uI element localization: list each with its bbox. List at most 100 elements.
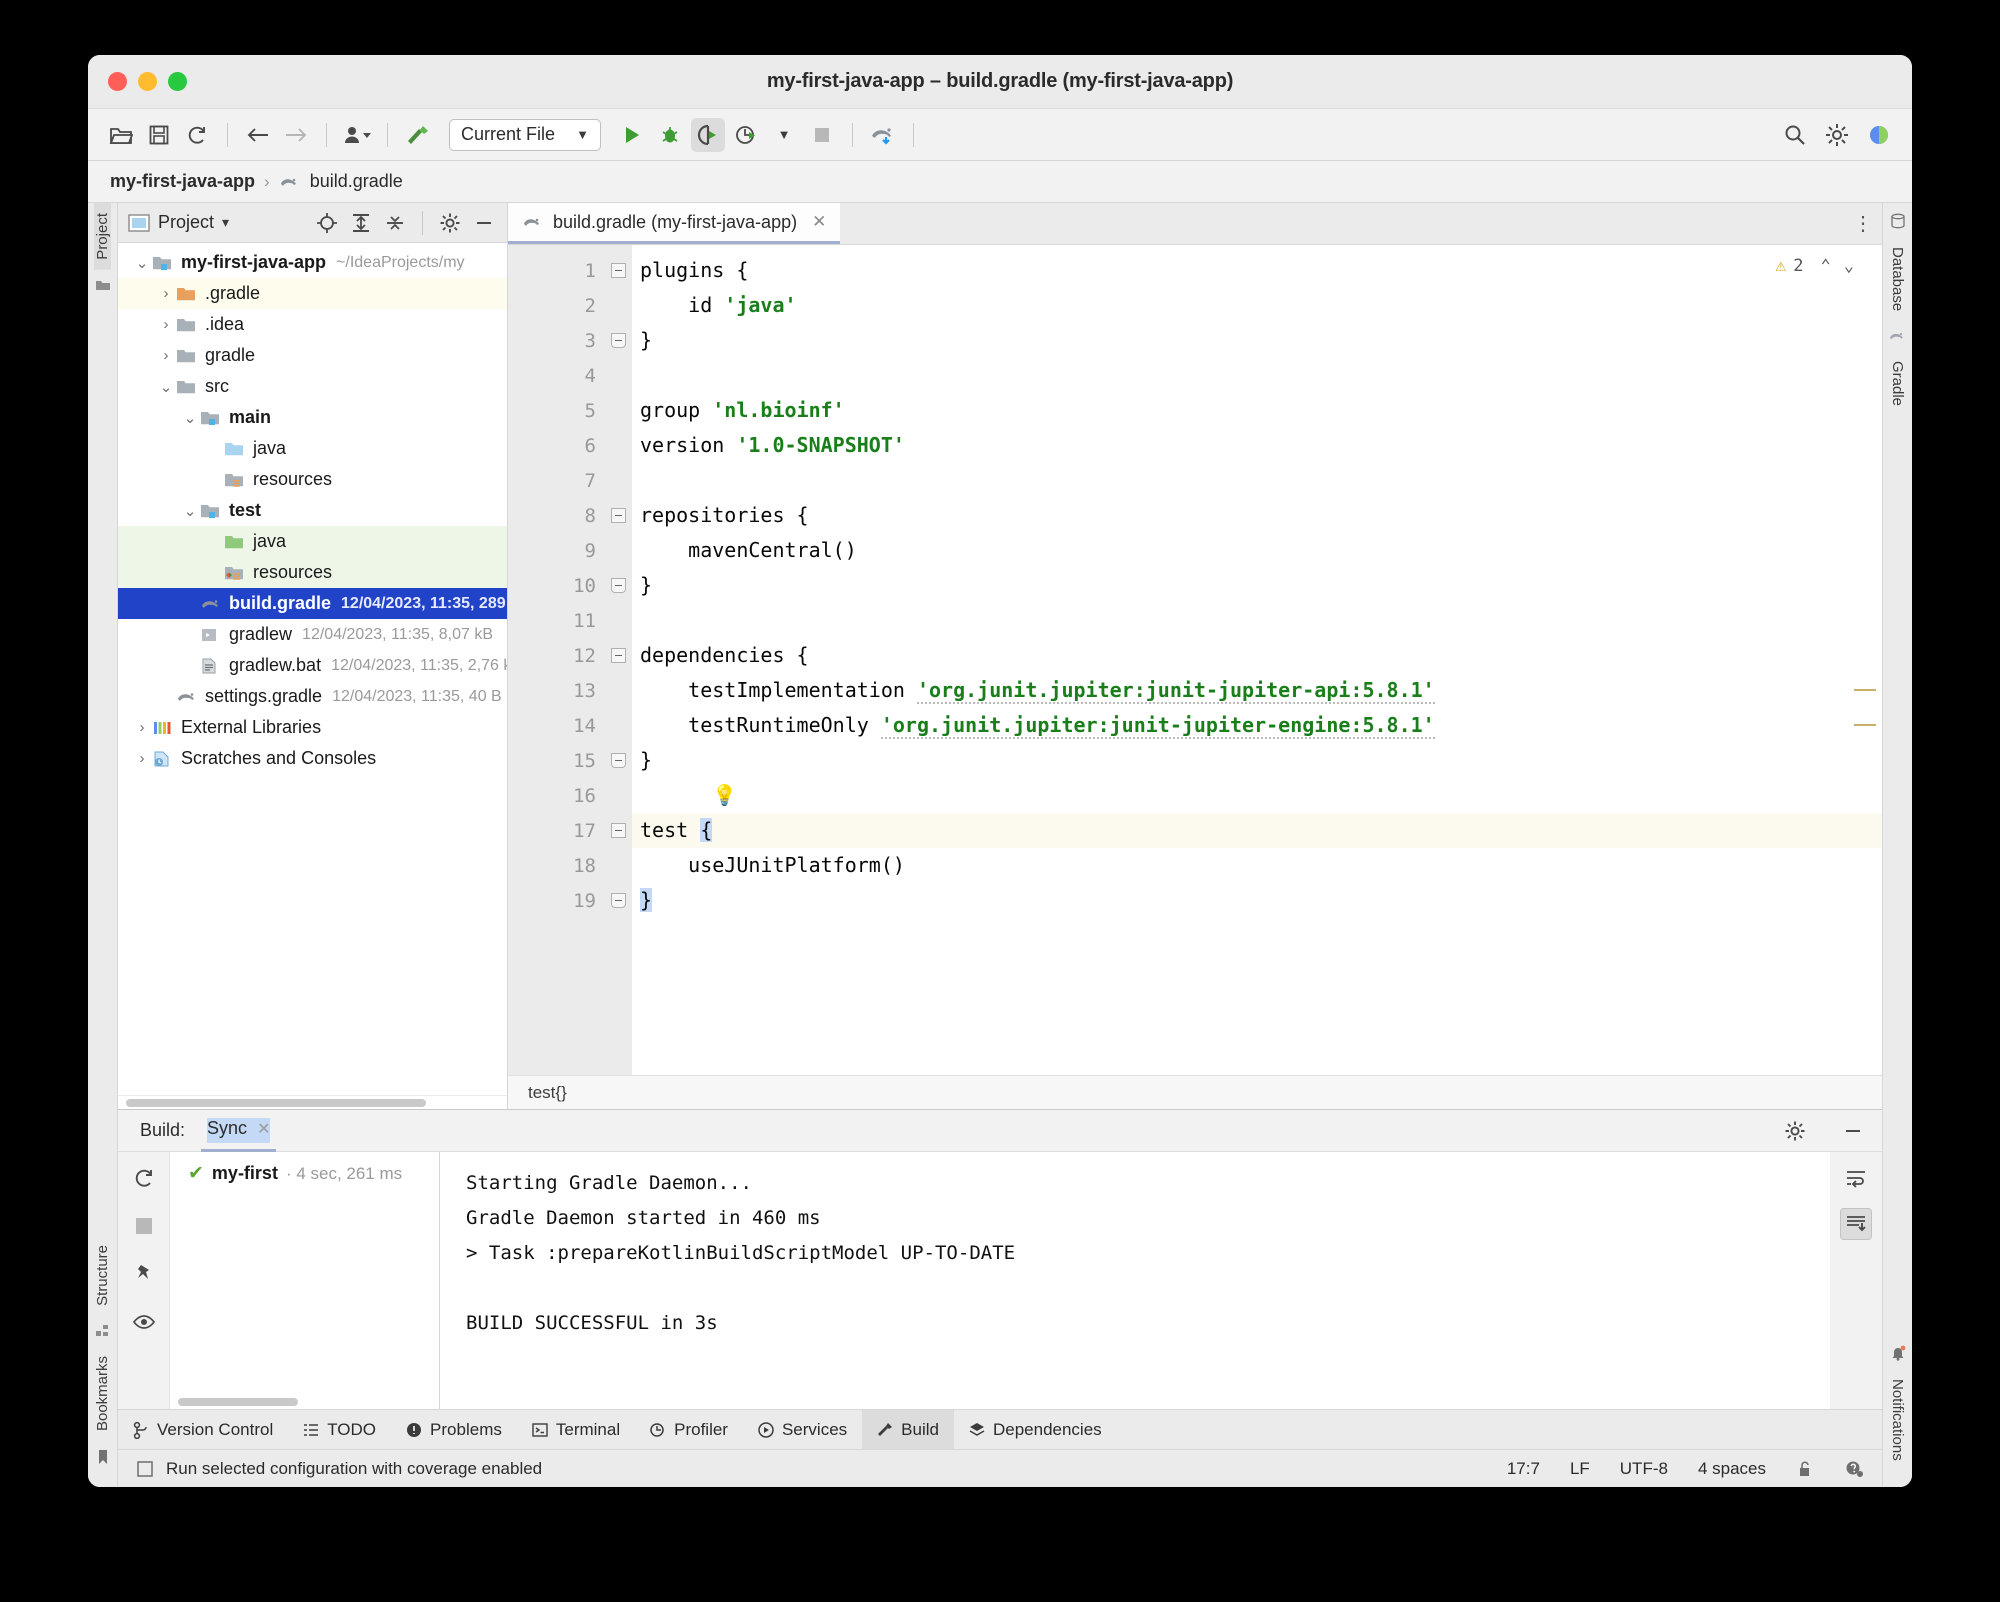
breadcrumb-file[interactable]: build.gradle [310,171,403,192]
fold-open-icon[interactable] [604,638,632,673]
ai-assistant-icon[interactable] [1862,118,1896,152]
line-number-with-run-marker[interactable]: 12 ▶ [508,638,622,673]
fold-close-icon[interactable] [604,568,632,603]
fold-open-icon[interactable] [604,253,632,288]
tree-row-main[interactable]: ⌄ main [118,402,507,433]
forward-icon[interactable] [279,118,313,152]
tab-terminal[interactable]: Terminal [517,1410,635,1449]
tab-dependencies[interactable]: Dependencies [954,1410,1117,1449]
sidebar-item-notifications[interactable]: Notifications [1889,1369,1906,1471]
soft-wrap-icon[interactable] [1840,1162,1872,1194]
hide-panel-icon[interactable] [471,210,497,236]
project-folder-icon[interactable] [95,278,111,292]
caret-icon[interactable]: › [156,316,176,333]
caret-icon[interactable]: › [132,719,152,736]
sidebar-item-project[interactable]: Project [94,203,111,270]
caret-icon[interactable]: ⌄ [180,502,200,520]
tree-row-build-gradle[interactable]: build.gradle 12/04/2023, 11:35, 289 B [118,588,507,619]
line-number-with-run-marker[interactable]: 17 ▶ [508,813,622,848]
build-project-icon[interactable] [401,118,435,152]
tree-row-main-resources[interactable]: resources [118,464,507,495]
tab-problems[interactable]: Problems [391,1410,517,1449]
locate-file-icon[interactable] [314,210,340,236]
sidebar-item-bookmarks[interactable]: Bookmarks [94,1346,111,1441]
user-menu-icon[interactable] [340,118,374,152]
project-settings-gear-icon[interactable] [437,210,463,236]
gradle-sync-icon[interactable] [866,118,900,152]
caret-position[interactable]: 17:7 [1507,1459,1540,1479]
tree-row-settings-gradle[interactable]: settings.gradle 12/04/2023, 11:35, 40 B [118,681,507,712]
project-chevron-down-icon[interactable]: ▾ [222,214,229,231]
build-event-row[interactable]: ✔ my-first · 4 sec, 261 ms [170,1152,439,1185]
stop-build-icon[interactable] [128,1210,160,1242]
structure-grid-icon[interactable] [95,1324,110,1338]
tree-row-main-java[interactable]: java [118,433,507,464]
unlocked-icon[interactable] [1796,1460,1814,1478]
editor-options-kebab-icon[interactable]: ⋮ [1846,203,1882,244]
tree-row-scratches[interactable]: › Scratches and Consoles [118,743,507,774]
hide-build-panel-icon[interactable] [1840,1118,1866,1144]
tree-row-gradle-wrapper-dir[interactable]: › gradle [118,340,507,371]
line-separator[interactable]: LF [1570,1459,1590,1479]
collapse-all-icon[interactable] [382,210,408,236]
tree-row-gradle-dir[interactable]: › .gradle [118,278,507,309]
rerun-build-icon[interactable] [128,1162,160,1194]
run-configuration-selector[interactable]: Current File ▼ [449,118,601,151]
reload-from-disk-icon[interactable] [180,118,214,152]
fold-close-icon[interactable] [604,323,632,358]
caret-icon[interactable]: › [132,750,152,767]
editor-area[interactable]: 1 2 3 4 5 6 7 8 9 10 11 12 13 14 15 16 1… [508,245,1882,1075]
caret-icon[interactable]: ⌄ [156,378,176,396]
code-text-area[interactable]: ⚠ 2 ⌃ ⌄ plugins { id 'java' } group 'nl.… [632,245,1882,1075]
close-tab-icon[interactable]: ✕ [812,212,826,232]
editor-fold-column[interactable] [604,245,632,1075]
settings-gear-icon[interactable] [1820,118,1854,152]
tree-row-src[interactable]: ⌄ src [118,371,507,402]
build-settings-gear-icon[interactable] [1782,1118,1808,1144]
caret-icon[interactable]: › [156,347,176,364]
gradle-elephant-icon[interactable] [1889,329,1907,343]
expand-all-icon[interactable] [348,210,374,236]
run-with-coverage-button[interactable] [691,117,725,152]
fold-open-icon[interactable] [604,498,632,533]
editor-gutter[interactable]: 1 2 3 4 5 6 7 8 9 10 11 12 13 14 15 16 1… [508,245,622,1075]
breadcrumb-project[interactable]: my-first-java-app [110,171,255,192]
sidebar-item-structure[interactable]: Structure [94,1235,111,1316]
debug-button[interactable] [653,118,687,152]
database-icon[interactable] [1890,213,1906,229]
tree-row-project-root[interactable]: ⌄ my-first-java-app ~/IdeaProjects/my [118,247,507,278]
back-icon[interactable] [241,118,275,152]
search-everywhere-icon[interactable] [1778,118,1812,152]
pin-tab-icon[interactable] [128,1258,160,1290]
caret-icon[interactable]: ⌄ [132,254,152,272]
fold-close-icon[interactable] [604,743,632,778]
fold-close-icon[interactable] [604,883,632,918]
tab-services[interactable]: Services [743,1410,862,1449]
file-encoding[interactable]: UTF-8 [1620,1459,1668,1479]
caret-icon[interactable]: ⌄ [180,409,200,427]
tree-row-idea-dir[interactable]: › .idea [118,309,507,340]
status-memory-icon[interactable] [136,1460,154,1478]
toggle-view-eye-icon[interactable] [128,1306,160,1338]
close-build-tab-icon[interactable]: ✕ [257,1119,270,1139]
tab-build[interactable]: Build [862,1410,954,1449]
project-horizontal-scrollbar[interactable] [118,1095,507,1109]
help-icon[interactable] [1844,1460,1864,1478]
bookmark-icon[interactable] [97,1449,109,1465]
scroll-to-end-icon[interactable] [1840,1208,1872,1240]
tab-profiler[interactable]: Profiler [635,1410,743,1449]
tree-row-test-java[interactable]: java [118,526,507,557]
sidebar-item-database[interactable]: Database [1889,237,1906,321]
build-console-output[interactable]: Starting Gradle Daemon... Gradle Daemon … [440,1152,1830,1409]
save-all-icon[interactable] [142,118,176,152]
tab-build-gradle[interactable]: build.gradle (my-first-java-app) ✕ [508,203,841,244]
editor-breadcrumb-text[interactable]: test{} [528,1083,567,1103]
indent-setting[interactable]: 4 spaces [1698,1459,1766,1479]
tree-row-test[interactable]: ⌄ test [118,495,507,526]
profile-button[interactable] [729,118,763,152]
build-tab-sync[interactable]: Sync ✕ [200,1118,277,1152]
tree-row-external-libraries[interactable]: › External Libraries [118,712,507,743]
profiler-dropdown-icon[interactable]: ▼ [767,118,801,152]
build-events-tree[interactable]: ✔ my-first · 4 sec, 261 ms [170,1152,440,1409]
sidebar-item-gradle[interactable]: Gradle [1889,351,1906,416]
